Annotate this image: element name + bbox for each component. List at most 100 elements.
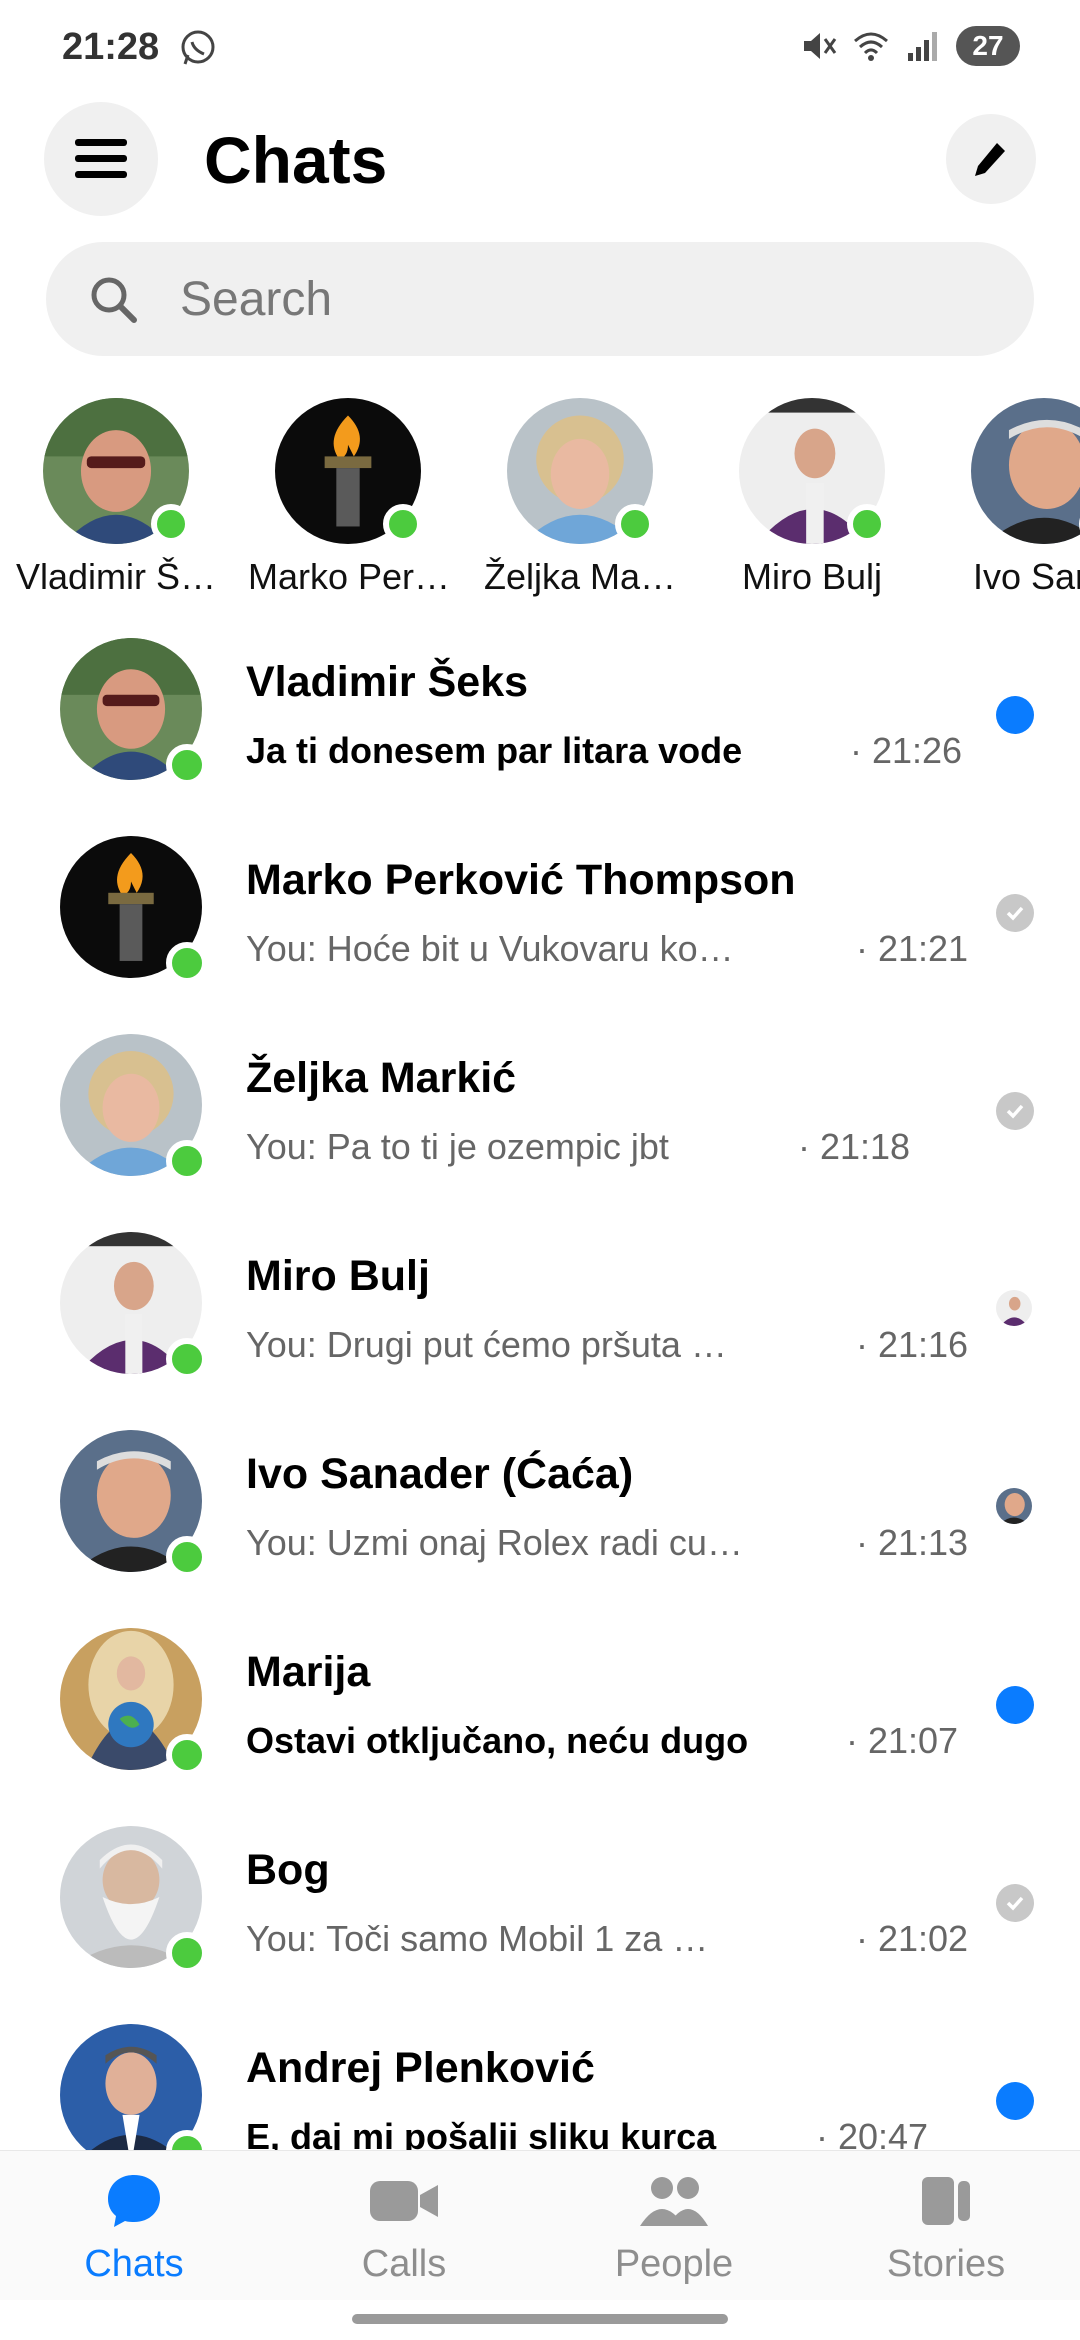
online-indicator: [151, 504, 191, 544]
chat-time: · 21:18: [798, 1126, 911, 1167]
tab-calls[interactable]: Calls: [304, 2171, 504, 2286]
tab-label: Chats: [84, 2243, 184, 2285]
online-indicator: [166, 1536, 208, 1578]
page-title: Chats: [204, 123, 388, 197]
tab-people[interactable]: People: [574, 2171, 774, 2286]
chat-time: · 21:21: [856, 928, 969, 969]
chat-row[interactable]: Andrej Plenković E, daj mi pošalji sliku…: [0, 2012, 1080, 2150]
avatar: [275, 398, 423, 544]
chat-preview: E, daj mi pošalji sliku kurca: [246, 2116, 717, 2150]
chat-time: · 21:13: [856, 1522, 969, 1563]
chat-time: · 21:02: [856, 1918, 969, 1959]
online-indicator: [166, 1140, 208, 1182]
chat-name: Željka Markić: [246, 1054, 517, 1102]
unread-dot: [996, 1686, 1034, 1724]
online-indicator: [847, 504, 887, 544]
chat-row[interactable]: Vladimir Šeks Ja ti donesem par litara v…: [0, 626, 1080, 824]
avatar: [971, 398, 1080, 544]
online-indicator: [615, 504, 655, 544]
chat-row[interactable]: Marko Perković Thompson You: Hoće bit u …: [0, 824, 1080, 1022]
chat-time: · 21:07: [846, 1720, 959, 1761]
chat-name: Ivo Sanader (Ćaća): [246, 1450, 634, 1498]
chat-row[interactable]: Bog You: Toči samo Mobil 1 za … · 21:02: [0, 1814, 1080, 2012]
chat-row[interactable]: Miro Bulj You: Drugi put ćemo pršuta … ·…: [0, 1220, 1080, 1418]
compose-button[interactable]: [946, 114, 1036, 204]
chat-preview: You: Uzmi onaj Rolex radi cu…: [246, 1522, 743, 1563]
chat-list: Vladimir Šeks Ja ti donesem par litara v…: [0, 626, 1080, 2150]
chat-time: · 21:26: [850, 730, 963, 771]
tab-label: People: [614, 2243, 734, 2285]
online-indicator: [166, 1932, 208, 1974]
people-icon: [640, 2177, 708, 2226]
menu-button[interactable]: [44, 102, 158, 216]
online-indicator: [166, 744, 208, 786]
active-contact[interactable]: Miro Bulj: [712, 398, 912, 598]
avatar: [60, 2024, 208, 2150]
whatsapp-icon: [181, 30, 215, 65]
avatar: [60, 638, 208, 786]
status-time: 21:28: [62, 26, 160, 68]
search-icon: [91, 277, 137, 323]
tab-chats[interactable]: Chats: [34, 2171, 234, 2286]
sent-check-icon: [996, 1884, 1034, 1922]
search-bar[interactable]: [46, 242, 1034, 356]
active-contact-name: Vladimir Š…: [16, 556, 217, 597]
chat-preview: Ja ti donesem par litara vode: [246, 730, 743, 771]
online-indicator: [166, 942, 208, 984]
chat-time: · 21:16: [856, 1324, 969, 1365]
active-contacts-row: Vladimir Š… Marko Per… Željka Ma… Miro B…: [0, 398, 1080, 608]
chat-row[interactable]: Željka Markić You: Pa to ti je ozempic j…: [0, 1022, 1080, 1220]
signal-icon: [908, 32, 937, 61]
chat-name: Miro Bulj: [246, 1252, 430, 1300]
chat-name: Vladimir Šeks: [246, 658, 529, 706]
active-contact-name: Ivo Sana: [972, 556, 1080, 597]
chat-name: Marija: [246, 1648, 371, 1696]
chat-preview: You: Drugi put ćemo pršuta …: [246, 1324, 727, 1365]
hamburger-menu-icon: [75, 139, 127, 178]
search-input[interactable]: [180, 266, 980, 332]
stories-icon: [922, 2177, 970, 2225]
unread-dot: [996, 696, 1034, 734]
active-contact-name: Željka Ma…: [483, 556, 677, 597]
chat-preview: You: Hoće bit u Vukovaru ko…: [246, 928, 734, 969]
unread-dot: [996, 2082, 1034, 2120]
avatar: [60, 1430, 208, 1578]
avatar: [60, 1826, 208, 1974]
chat-name: Andrej Plenković: [246, 2044, 595, 2092]
avatar: [43, 398, 191, 544]
chat-name: Marko Perković Thompson: [246, 856, 796, 904]
online-indicator: [383, 504, 423, 544]
avatar: [60, 1628, 208, 1776]
chat-preview: Ostavi otključano, neću dugo: [246, 1720, 749, 1761]
chat-preview: You: Toči samo Mobil 1 za …: [246, 1918, 709, 1959]
tab-label: Calls: [361, 2243, 447, 2285]
active-contact[interactable]: Marko Per…: [248, 398, 451, 598]
pencil-icon: [975, 143, 1005, 176]
chat-row[interactable]: Marija Ostavi otključano, neću dugo · 21…: [0, 1616, 1080, 1814]
active-contact[interactable]: Željka Ma…: [480, 398, 680, 598]
sent-check-icon: [996, 894, 1034, 932]
chat-name: Bog: [246, 1846, 330, 1894]
mute-icon: [804, 33, 837, 59]
sent-check-icon: [996, 1092, 1034, 1130]
active-contact-name: Marko Per…: [248, 556, 451, 597]
status-icons: 27: [800, 26, 1020, 66]
tab-label: Stories: [886, 2243, 1006, 2285]
active-contact[interactable]: Vladimir Š…: [16, 398, 216, 598]
chat-row[interactable]: Ivo Sanader (Ćaća) You: Uzmi onaj Rolex …: [0, 1418, 1080, 1616]
avatar: [60, 1034, 208, 1182]
active-contact[interactable]: Ivo Sana: [944, 398, 1080, 598]
seen-avatar: [996, 1290, 1032, 1326]
avatar: [60, 1232, 208, 1380]
tab-stories[interactable]: Stories: [846, 2171, 1046, 2286]
avatar: [60, 836, 208, 984]
status-bar: 21:28 27: [0, 0, 1080, 96]
bottom-nav: Chats Calls People Stories: [0, 2150, 1080, 2300]
home-indicator[interactable]: [352, 2314, 728, 2324]
wifi-icon: [854, 32, 888, 61]
chat-preview: You: Pa to ti je ozempic jbt: [246, 1126, 669, 1167]
seen-avatar: [996, 1488, 1032, 1524]
chat-time: · 20:47: [816, 2116, 929, 2150]
active-contact-name: Miro Bulj: [741, 556, 883, 597]
online-indicator: [166, 1734, 208, 1776]
